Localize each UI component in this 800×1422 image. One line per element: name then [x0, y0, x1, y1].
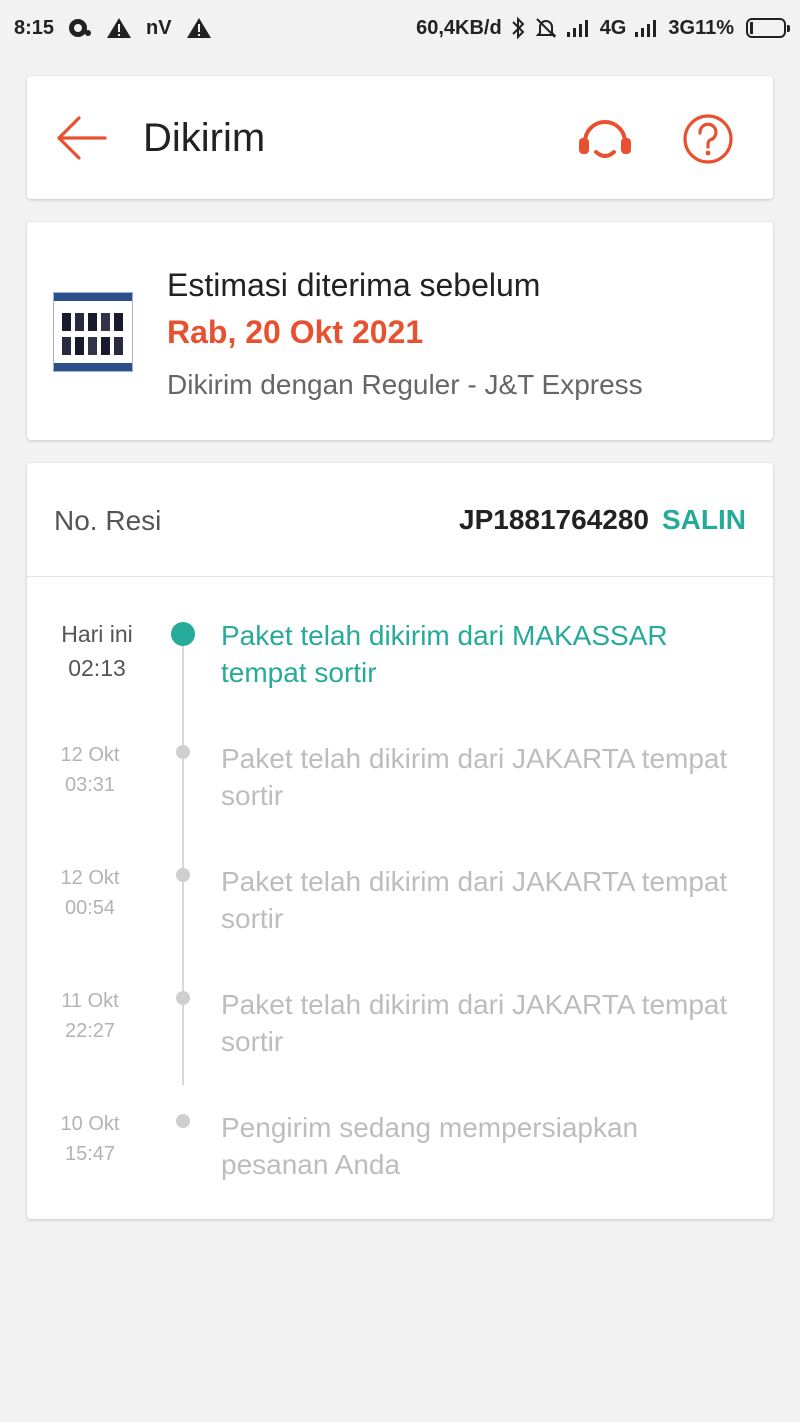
- signal-icon: [566, 18, 592, 38]
- event-time: 02:13: [68, 655, 126, 681]
- headset-icon: [579, 120, 631, 158]
- timeline-line: [182, 633, 184, 1085]
- question-mark-icon: [683, 114, 733, 164]
- resi-number: JP1881764280: [459, 504, 649, 535]
- timeline-dot: [176, 991, 190, 1005]
- event-date: 11 Okt: [61, 990, 119, 1012]
- resi-label: No. Resi: [54, 505, 162, 536]
- help-button[interactable]: [681, 112, 735, 166]
- event-description: Pengirim sedang mempersiapkan pesanan An…: [221, 1112, 639, 1180]
- tracking-card: No. Resi JP1881764280 SALIN Hari ini 02:…: [27, 463, 773, 1219]
- copy-button[interactable]: SALIN: [662, 504, 746, 536]
- arrow-left-icon: [57, 116, 107, 160]
- event-time: 03:31: [64, 774, 116, 796]
- courier-info: Dikirim dengan Reguler - J&T Express: [167, 369, 643, 400]
- silent-bell-icon: [534, 16, 558, 40]
- timeline-dot: [176, 745, 190, 759]
- estimate-date: Rab, 20 Okt 2021: [167, 314, 424, 350]
- timeline-dot: [171, 622, 195, 646]
- event-description: Paket telah dikirim dari MAKASSAR tempat…: [221, 620, 668, 688]
- bluetooth-icon: [510, 16, 526, 40]
- event-date: 12 Okt: [60, 744, 120, 766]
- back-button[interactable]: [55, 114, 107, 162]
- warning-icon: [186, 17, 212, 39]
- event-time: 15:47: [64, 1143, 116, 1165]
- event-date: Hari ini: [61, 621, 133, 647]
- net-label: nV: [146, 16, 172, 39]
- event-description: Paket telah dikirim dari JAKARTA tempat …: [221, 866, 728, 934]
- timeline-dot: [176, 868, 190, 882]
- tracking-number-row: No. Resi JP1881764280 SALIN: [27, 463, 773, 577]
- event-description: Paket telah dikirim dari JAKARTA tempat …: [221, 743, 728, 811]
- estimate-label: Estimasi diterima sebelum: [167, 267, 541, 303]
- signal-icon: [634, 18, 660, 38]
- status-bar: 8:15 nV 60,4KB/d 4G 3G 11%: [0, 0, 800, 56]
- event-date: 12 Okt: [60, 867, 120, 889]
- event-time: 22:27: [64, 1020, 116, 1042]
- app-header: Dikirim: [27, 76, 773, 199]
- event-date: 10 Okt: [60, 1113, 120, 1135]
- event-time: 00:54: [64, 897, 116, 919]
- status-time: 8:15: [14, 16, 55, 39]
- page-title: Dikirim: [143, 116, 266, 160]
- customer-service-button[interactable]: [577, 112, 633, 168]
- event-description: Paket telah dikirim dari JAKARTA tempat …: [221, 989, 728, 1057]
- network-4g: 4G: [599, 16, 627, 39]
- delivery-estimate-card: Estimasi diterima sebelum Rab, 20 Okt 20…: [27, 222, 773, 440]
- timeline-dot: [176, 1114, 190, 1128]
- network-speed: 60,4KB/d: [416, 16, 502, 39]
- battery-icon: [746, 18, 790, 38]
- battery-level: 11%: [695, 16, 734, 39]
- warning-icon: [106, 17, 132, 39]
- product-thumbnail: [53, 292, 133, 372]
- notification-icon: [68, 17, 92, 39]
- network-3g: 3G: [668, 16, 696, 39]
